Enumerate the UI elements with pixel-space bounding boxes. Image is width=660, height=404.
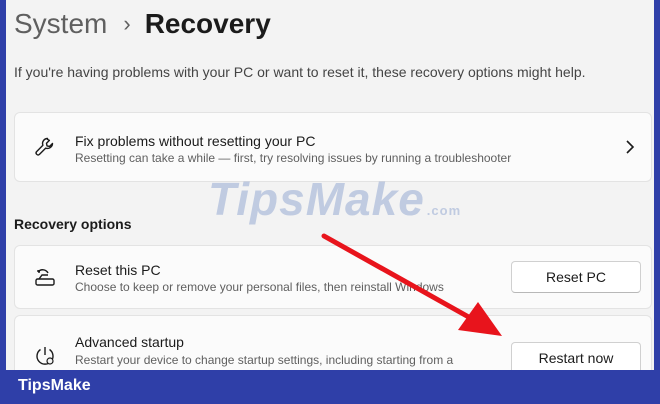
page-description: If you're having problems with your PC o… xyxy=(14,64,586,80)
advanced-startup-title: Advanced startup xyxy=(75,334,184,350)
watermark-text: TipsMake xyxy=(208,173,425,225)
fix-problems-title: Fix problems without resetting your PC xyxy=(75,133,316,149)
watermark-suffix: .com xyxy=(426,203,462,218)
settings-window: System › Recovery If you're having probl… xyxy=(6,0,654,370)
watermark: TipsMake .com xyxy=(208,172,461,226)
recovery-options-heading: Recovery options xyxy=(14,216,132,232)
reset-pc-icon xyxy=(35,269,55,286)
chevron-right-icon xyxy=(626,140,635,154)
footer-brand: TipsMake xyxy=(18,377,91,394)
reset-pc-button[interactable]: Reset PC xyxy=(511,261,641,293)
fix-problems-description: Resetting can take a while — first, try … xyxy=(75,151,512,165)
reset-pc-card: Reset this PC Choose to keep or remove y… xyxy=(14,245,652,309)
advanced-startup-icon xyxy=(36,347,54,365)
restart-now-button[interactable]: Restart now xyxy=(511,342,641,370)
reset-pc-title: Reset this PC xyxy=(75,262,161,278)
breadcrumb-system-link[interactable]: System xyxy=(14,8,107,40)
advanced-startup-card: Advanced startup Restart your device to … xyxy=(14,315,652,370)
advanced-startup-description: Restart your device to change startup se… xyxy=(75,353,454,367)
footer-bar: TipsMake xyxy=(0,370,660,404)
page-title: Recovery xyxy=(144,8,271,39)
breadcrumb-separator: › xyxy=(123,11,131,36)
breadcrumb: System › Recovery xyxy=(14,8,271,40)
wrench-icon xyxy=(35,137,54,156)
reset-pc-description: Choose to keep or remove your personal f… xyxy=(75,280,444,294)
